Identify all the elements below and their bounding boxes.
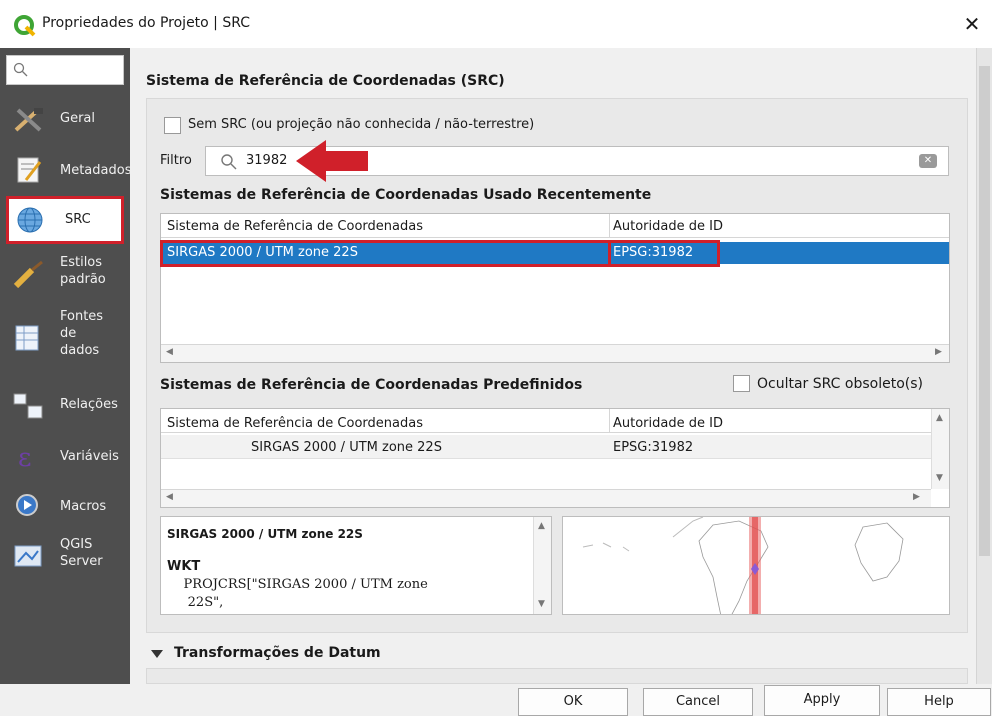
page-title: Sistema de Referência de Coordenadas (SR…	[146, 73, 505, 89]
datasource-icon	[15, 325, 39, 351]
help-button[interactable]: Help	[887, 688, 991, 716]
red-highlight-divider	[608, 240, 611, 267]
variables-icon: ε	[18, 443, 31, 470]
macros-icon	[16, 494, 38, 516]
red-highlight-annotation	[160, 240, 720, 267]
sidebar-item-label: Relações	[60, 397, 118, 412]
sidebar-item-label: Geral	[60, 111, 95, 126]
qgis-logo-icon	[14, 15, 36, 37]
sidebar-item-fontes[interactable]: Fontes de dados	[8, 308, 128, 370]
recent-crs-table[interactable]: Sistema de Referência de Coordenadas Aut…	[160, 213, 950, 363]
sidebar-item-geral[interactable]: Geral	[8, 96, 128, 144]
column-divider[interactable]	[609, 214, 610, 238]
vertical-scrollbar[interactable]: ▲ ▼	[931, 409, 949, 489]
wkt-label: WKT	[167, 559, 201, 574]
tools-icon	[14, 108, 43, 132]
hide-deprecated-checkbox[interactable]	[733, 375, 750, 392]
no-crs-checkbox[interactable]	[164, 117, 181, 134]
scroll-up-icon[interactable]: ▲	[936, 413, 943, 423]
collapse-triangle-icon[interactable]	[151, 650, 163, 658]
wkt-line-1: PROJCRS["SIRGAS 2000 / UTM zone	[167, 577, 428, 592]
scroll-up-icon[interactable]: ▲	[538, 521, 545, 531]
filter-value: 31982	[246, 153, 288, 168]
table-row[interactable]: SIRGAS 2000 / UTM zone 22S EPSG:31982	[161, 435, 931, 459]
sidebar-item-label: Variáveis	[60, 449, 119, 464]
recent-crs-heading: Sistemas de Referência de Coordenadas Us…	[160, 187, 652, 203]
scroll-left-icon[interactable]: ◀	[166, 492, 173, 502]
crs-extent-map	[562, 516, 950, 615]
world-map-image	[582, 517, 904, 614]
row-authority-id: EPSG:31982	[613, 440, 694, 455]
filter-label: Filtro	[160, 153, 192, 168]
sidebar-search-input[interactable]	[6, 55, 124, 85]
close-icon[interactable]: ✕	[960, 12, 984, 36]
sidebar-item-label: QGIS Server	[60, 537, 103, 569]
horizontal-scrollbar[interactable]: ◀ ▶	[161, 489, 931, 507]
server-icon	[14, 545, 42, 567]
column-header-crs[interactable]: Sistema de Referência de Coordenadas	[167, 416, 423, 431]
relations-icon	[13, 393, 43, 419]
no-crs-label: Sem SRC (ou projeção não conhecida / não…	[188, 117, 535, 132]
vertical-scrollbar[interactable]: ▲ ▼	[533, 517, 551, 614]
datum-transformations-label[interactable]: Transformações de Datum	[174, 645, 381, 661]
sidebar-item-label: SRC	[65, 212, 91, 227]
wkt-crs-title: SIRGAS 2000 / UTM zone 22S	[167, 527, 363, 541]
cancel-button[interactable]: Cancel	[643, 688, 753, 716]
scrollbar-thumb[interactable]	[979, 66, 990, 556]
sidebar-item-relacoes[interactable]: Relações	[8, 382, 128, 430]
datum-group	[146, 668, 968, 684]
clear-filter-icon[interactable]: ✕	[919, 154, 937, 168]
predefined-crs-heading: Sistemas de Referência de Coordenadas Pr…	[160, 377, 583, 393]
column-header-authority[interactable]: Autoridade de ID	[613, 416, 723, 431]
sidebar-item-estilos[interactable]: Estilos padrão	[8, 250, 128, 298]
window-title: Propriedades do Projeto | SRC	[42, 15, 251, 31]
row-crs-name: SIRGAS 2000 / UTM zone 22S	[251, 440, 442, 455]
column-header-crs[interactable]: Sistema de Referência de Coordenadas	[167, 219, 423, 234]
scroll-right-icon[interactable]: ▶	[913, 492, 920, 502]
sidebar-item-label: Fontes de dados	[60, 309, 104, 358]
sidebar-item-qgis-server[interactable]: QGIS Server	[8, 532, 128, 580]
red-arrow-annotation	[296, 140, 368, 182]
metadata-icon	[17, 157, 42, 183]
search-icon	[13, 62, 28, 77]
column-header-authority[interactable]: Autoridade de ID	[613, 219, 723, 234]
sidebar-item-label: Macros	[60, 499, 107, 514]
sidebar-item-src[interactable]: SRC	[6, 196, 124, 244]
main-scrollbar[interactable]	[976, 48, 992, 684]
sidebar-item-macros[interactable]: Macros	[8, 482, 128, 530]
horizontal-scrollbar[interactable]: ◀ ▶	[161, 344, 949, 362]
scroll-down-icon[interactable]: ▼	[936, 473, 943, 483]
search-icon	[221, 154, 237, 170]
sidebar-item-metadados[interactable]: Metadados	[8, 146, 130, 194]
svg-text:ε: ε	[18, 443, 31, 470]
sidebar-item-variaveis[interactable]: ε Variáveis	[8, 432, 128, 480]
sidebar-item-label: Estilos padrão	[60, 255, 106, 287]
wkt-preview[interactable]: SIRGAS 2000 / UTM zone 22S WKT PROJCRS["…	[160, 516, 552, 615]
apply-button[interactable]: Apply	[764, 685, 880, 716]
scroll-down-icon[interactable]: ▼	[538, 599, 545, 609]
sidebar-item-label: Metadados	[60, 163, 130, 178]
column-divider[interactable]	[609, 409, 610, 433]
predefined-crs-table[interactable]: Sistema de Referência de Coordenadas Aut…	[160, 408, 950, 508]
hide-deprecated-label: Ocultar SRC obsoleto(s)	[757, 376, 923, 392]
globe-icon	[17, 207, 43, 233]
ok-button[interactable]: OK	[518, 688, 628, 716]
wkt-line-2: 22S",	[167, 595, 224, 610]
scroll-left-icon[interactable]: ◀	[166, 347, 173, 357]
brush-icon	[13, 260, 43, 288]
scroll-right-icon[interactable]: ▶	[935, 347, 942, 357]
